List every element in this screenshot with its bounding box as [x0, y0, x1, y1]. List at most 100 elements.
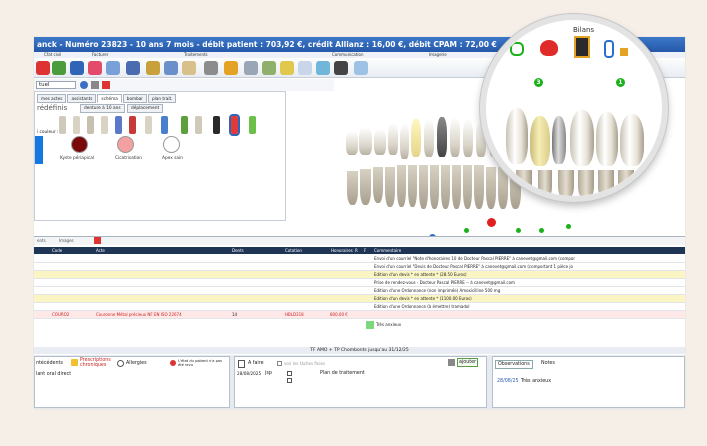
table-row[interactable]: Envoi d'un courriel "Devis de Docteur Pa… [34, 263, 685, 271]
table-row[interactable]: Edition d'une Ordonnance (à émettre) tra… [34, 303, 685, 311]
upper-tooth[interactable] [463, 119, 473, 157]
todo-filter-checkbox[interactable] [277, 361, 282, 366]
upper-tooth[interactable] [450, 117, 460, 157]
menu-item-etat-civil[interactable]: Cfat civil [44, 52, 61, 57]
table-row[interactable]: Edition d'une Ordonnance (non imprimée) … [34, 287, 685, 295]
eraser-icon[interactable] [88, 61, 102, 75]
upper-tooth-dark[interactable] [437, 117, 447, 157]
lower-tooth[interactable] [408, 165, 417, 207]
tool-red-root[interactable] [129, 116, 136, 134]
card-icon[interactable] [70, 61, 84, 75]
tool-tooth-4[interactable] [101, 116, 108, 134]
patient-icon[interactable] [36, 61, 50, 75]
upper-tooth-crown[interactable] [411, 119, 421, 157]
tool-tooth-1[interactable] [59, 116, 66, 134]
tab-mes-actes[interactable]: mes actes [37, 94, 67, 103]
tab-deplacement[interactable]: déplacement [127, 104, 164, 113]
lower-tooth[interactable] [430, 165, 439, 209]
green-marker-icon[interactable] [566, 224, 571, 229]
nav-left-icon[interactable] [80, 81, 88, 89]
lower-tooth[interactable] [486, 167, 496, 209]
pin-icon[interactable] [94, 237, 101, 244]
tab-ents[interactable]: ents [37, 238, 46, 243]
lower-tooth[interactable] [452, 165, 461, 209]
tab-prescriptions[interactable]: Prescriptions chroniques [80, 358, 120, 368]
tool-green[interactable] [181, 116, 188, 134]
tool-tooth-5[interactable] [145, 116, 152, 134]
swatch-apex[interactable] [163, 136, 180, 153]
caries-marker-icon[interactable] [487, 218, 496, 227]
brush-icon[interactable] [146, 61, 160, 75]
tool-black[interactable] [213, 116, 220, 134]
table-row[interactable]: Envoi d'un courriel "Note d'honoraires 1… [34, 255, 685, 263]
table-row[interactable]: Edition d'un devis * en attente * (28.50… [34, 271, 685, 279]
tab-allergies[interactable]: Allergies [126, 361, 147, 366]
heart-outline-icon[interactable] [316, 61, 330, 75]
person-icon[interactable] [126, 61, 140, 75]
tool-green-2[interactable] [249, 116, 256, 134]
refresh-icon[interactable] [91, 81, 99, 89]
bell-icon[interactable] [244, 61, 258, 75]
lower-tooth[interactable] [463, 165, 472, 209]
add-button[interactable]: ajouter [457, 358, 479, 367]
upper-tooth[interactable] [424, 119, 434, 157]
tab-denture[interactable]: denture à 10 ans [80, 104, 125, 113]
menu-item-traitements[interactable]: Traitements [184, 52, 208, 57]
upper-tooth[interactable] [374, 129, 386, 155]
tab-observations[interactable]: Observations [495, 360, 533, 369]
tablet-icon[interactable] [574, 36, 590, 58]
table-row[interactable]: Edition d'un devis * en attente * (1100.… [34, 295, 685, 303]
pin-icon[interactable] [102, 81, 110, 89]
home-icon[interactable] [204, 61, 218, 75]
tab-notes[interactable]: Notes [541, 361, 555, 366]
lower-tooth[interactable] [373, 167, 383, 203]
heart-icon[interactable] [540, 40, 558, 56]
swatch-kyste[interactable] [71, 136, 88, 153]
upper-tooth[interactable] [400, 123, 409, 159]
tab-bombar[interactable]: bombar [122, 94, 148, 103]
menu-item-facturer[interactable]: Facturer [92, 52, 108, 57]
green-marker-icon[interactable] [464, 228, 469, 233]
tool-icon[interactable] [604, 40, 614, 58]
lower-tooth[interactable] [397, 165, 406, 207]
pencil-icon[interactable] [280, 61, 294, 75]
tab-assistants[interactable]: assistants [67, 94, 97, 103]
mail-icon[interactable] [224, 61, 238, 75]
upper-tooth[interactable] [388, 123, 398, 155]
tab-plan-trait[interactable]: plan trait. [148, 94, 177, 103]
tab-schema[interactable]: schéma [97, 94, 122, 103]
lower-tooth[interactable] [385, 167, 395, 207]
chat-icon[interactable] [262, 61, 276, 75]
tool-selected[interactable] [229, 114, 240, 136]
lower-tooth[interactable] [347, 171, 358, 205]
menu-item-imagerie[interactable]: Imagerie [429, 52, 447, 57]
table-row[interactable]: COURO2 Couronne Métal précieux NF EN ISO… [34, 311, 685, 319]
tooth-outline-icon[interactable] [510, 42, 524, 56]
upper-tooth[interactable] [359, 127, 372, 155]
camera-icon[interactable] [334, 61, 348, 75]
pen-icon[interactable] [106, 61, 120, 75]
instrument-icon[interactable] [164, 61, 178, 75]
denture-icon[interactable] [182, 61, 196, 75]
lower-tooth[interactable] [441, 165, 450, 209]
lower-tooth[interactable] [360, 169, 371, 205]
todo-checkbox[interactable] [287, 378, 292, 383]
tool-implant[interactable] [115, 116, 122, 134]
menu-item-communication[interactable]: Communication [332, 52, 364, 57]
tab-antecedents[interactable]: ntécédents [36, 361, 63, 366]
close-icon[interactable] [448, 359, 455, 366]
green-marker-icon[interactable] [539, 228, 544, 233]
tool-tooth-6[interactable] [195, 116, 202, 134]
bubble-icon[interactable] [298, 61, 312, 75]
view-select[interactable]: tuel [36, 81, 76, 89]
todo-checkbox[interactable] [287, 371, 292, 376]
family-icon[interactable] [52, 61, 66, 75]
tool-blue[interactable] [161, 116, 168, 134]
tab-images[interactable]: Images [59, 238, 74, 243]
upper-tooth[interactable] [346, 131, 358, 155]
tool-tooth-3[interactable] [87, 116, 94, 134]
table-row[interactable]: Prise de rendez-vous - Docteur Pascal PI… [34, 279, 685, 287]
lower-tooth[interactable] [419, 165, 428, 209]
swatch-cicatrisation[interactable] [117, 136, 134, 153]
tooth-icon[interactable] [354, 61, 368, 75]
